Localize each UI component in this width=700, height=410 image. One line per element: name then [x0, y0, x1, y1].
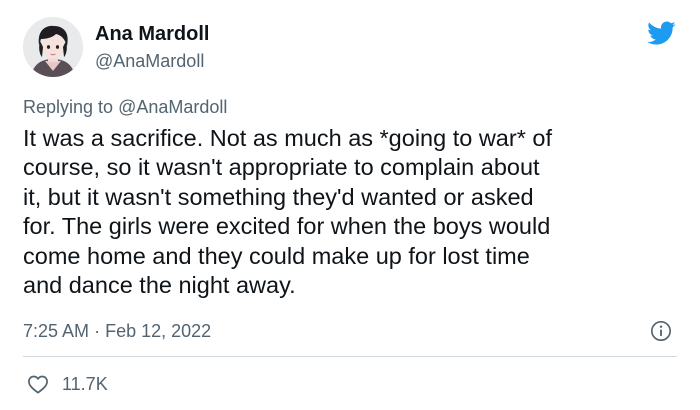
twitter-bird-icon[interactable]	[645, 18, 677, 48]
heart-icon	[28, 375, 48, 394]
replying-to: Replying to @AnaMardoll	[23, 96, 227, 118]
tweet-card: Ana Mardoll @AnaMardoll Replying to @Ana…	[0, 0, 700, 410]
divider	[23, 356, 677, 357]
timestamp-separator: ·	[94, 321, 101, 341]
tweet-text-line: and dance the night away.	[23, 272, 296, 299]
replying-to-handle[interactable]: @AnaMardoll	[118, 97, 227, 117]
author-handle[interactable]: @AnaMardoll	[95, 50, 204, 72]
like-button[interactable]: 11.7K	[27, 372, 108, 396]
avatar-illustration	[23, 17, 83, 77]
tweet-date: Feb 12, 2022	[105, 321, 212, 341]
tweet-text-line: course, so it wasn't appropriate to comp…	[23, 154, 540, 181]
author-name[interactable]: Ana Mardoll	[95, 22, 209, 46]
like-count: 11.7K	[62, 374, 108, 394]
info-icon[interactable]	[650, 320, 672, 342]
tweet-text-line: It was a sacrifice. Not as much as *goin…	[23, 125, 552, 151]
tweet-text-line: it, but it wasn't something they'd wante…	[23, 183, 534, 210]
avatar[interactable]	[23, 17, 83, 77]
replying-to-label: Replying to	[23, 97, 114, 117]
tweet-text-line: for. The girls were excited for when the…	[23, 213, 551, 240]
tweet-text-line: come home and they could make up for los…	[23, 242, 530, 269]
tweet-text: It was a sacrifice. Not as much as *goin…	[23, 124, 683, 300]
tweet-time: 7:25 AM	[23, 321, 90, 341]
tweet-timestamp[interactable]: 7:25 AM · Feb 12, 2022	[23, 320, 211, 342]
